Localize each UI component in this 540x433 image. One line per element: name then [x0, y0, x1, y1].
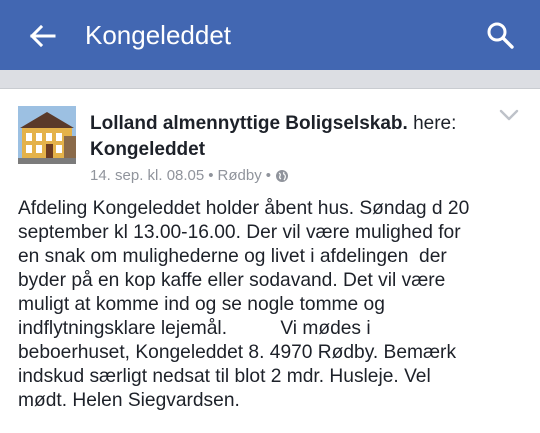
- avatar[interactable]: [18, 106, 76, 164]
- search-button[interactable]: [482, 17, 518, 53]
- building-photo: [18, 106, 76, 164]
- post-header: Lolland almennyttige Boligselskab. here:…: [90, 111, 490, 163]
- author-link[interactable]: Lolland almennyttige Boligselskab.: [90, 113, 408, 134]
- search-icon: [487, 22, 514, 49]
- body-line: en snak om mulighederne og livet i afdel…: [18, 246, 447, 267]
- post-meta: 14. sep. kl. 08.05 • Rødby •: [90, 166, 289, 186]
- timestamp[interactable]: 14. sep. kl. 08.05: [90, 166, 204, 186]
- body-line: beboerhuset, Kongeleddet 8. 4970 Rødby. …: [18, 342, 457, 363]
- app-bar: Kongeleddet: [0, 0, 540, 70]
- post-menu-button[interactable]: [498, 107, 520, 123]
- body-line: indflytningsklare lejemål. Vi mødes i: [18, 318, 371, 339]
- arrow-left-icon: [29, 24, 56, 48]
- body-line: byder på en kop kaffe eller sodavand. De…: [18, 270, 446, 291]
- back-button[interactable]: [24, 18, 60, 54]
- location-link[interactable]: Kongeleddet: [90, 139, 205, 160]
- feed-separator: [0, 70, 540, 88]
- body-line: indskud særligt nedsat til blot 2 mdr. H…: [18, 366, 431, 387]
- post-card: Lolland almennyttige Boligselskab. here:…: [0, 89, 540, 433]
- page-title: Kongeleddet: [85, 20, 232, 50]
- separator: •: [208, 167, 214, 184]
- globe-icon: [275, 170, 288, 182]
- connector-text: here:: [413, 113, 457, 134]
- chevron-down-icon: [499, 109, 519, 121]
- place-link[interactable]: Rødby: [218, 166, 262, 186]
- body-line: Afdeling Kongeleddet holder åbent hus. S…: [18, 198, 470, 219]
- separator: •: [265, 167, 271, 184]
- body-line: muligt at komme ind og se nogle tomme og: [18, 294, 385, 315]
- post-body: Afdeling Kongeleddet holder åbent hus. S…: [18, 197, 530, 413]
- body-line: mødt. Helen Siegvardsen.: [18, 390, 240, 411]
- body-line: september kl 13.00-16.00. Der vil være m…: [18, 222, 461, 243]
